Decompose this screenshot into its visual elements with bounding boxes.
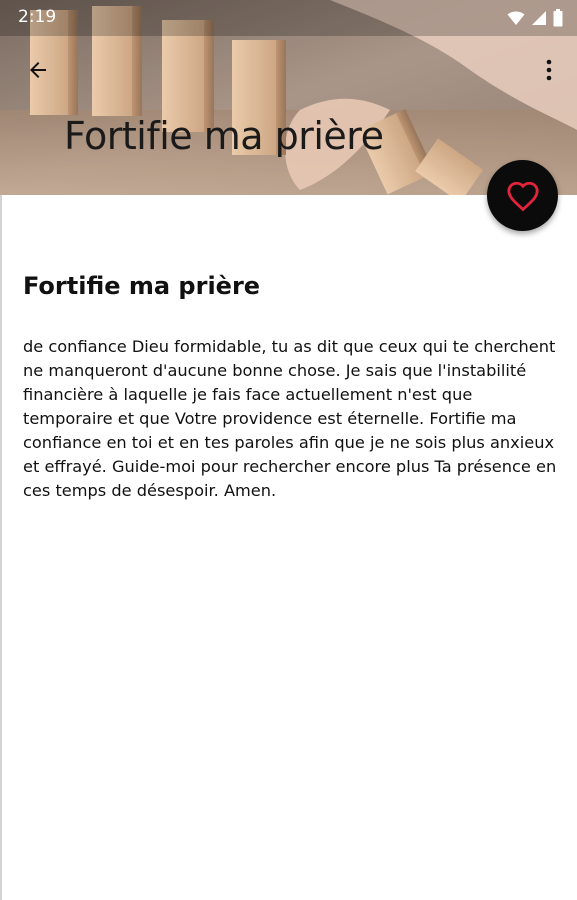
battery-icon <box>553 9 563 27</box>
status-bar: 2:19 <box>0 0 577 36</box>
prayer-text: de confiance Dieu formidable, tu as dit … <box>23 337 557 500</box>
heart-outline-icon <box>506 181 539 211</box>
more-vertical-icon <box>546 59 552 81</box>
status-icons <box>507 8 563 28</box>
collapsing-toolbar-title: Fortifie ma prière <box>64 114 384 158</box>
favorite-button[interactable] <box>487 160 558 231</box>
header-image: 2:19 Fortifie ma prière <box>0 0 577 195</box>
back-button[interactable] <box>24 56 52 84</box>
more-options-button[interactable] <box>539 56 559 84</box>
arrow-back-icon <box>30 62 46 78</box>
divider <box>0 195 2 900</box>
prayer-title: Fortifie ma prière <box>23 272 261 300</box>
wifi-icon <box>507 11 525 25</box>
status-time: 2:19 <box>18 7 57 27</box>
signal-icon <box>532 11 546 25</box>
